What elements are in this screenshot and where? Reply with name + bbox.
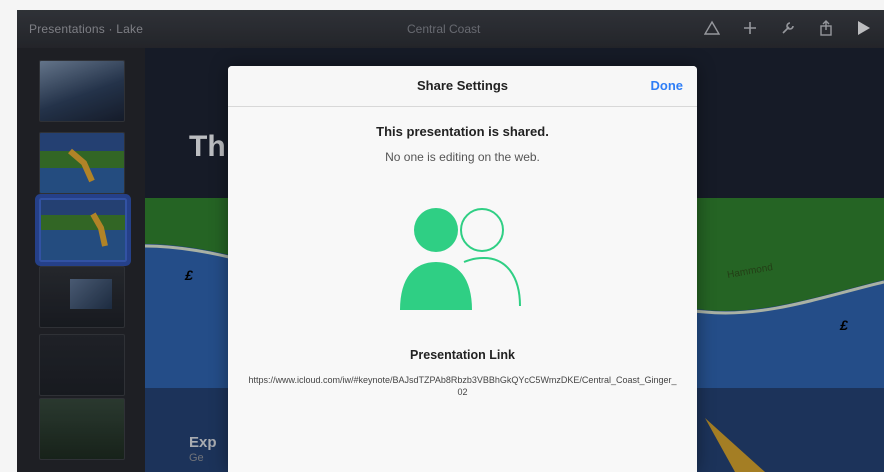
collaborators-icon <box>400 208 521 310</box>
done-button[interactable]: Done <box>651 78 684 93</box>
dialog-title: Share Settings <box>416 78 509 93</box>
shared-status-heading: This presentation is shared. <box>376 124 549 139</box>
dialog-header: Share Settings Done <box>228 66 697 107</box>
share-settings-dialog: Share Settings Done This presentation is… <box>228 66 697 472</box>
presentation-link-heading: Presentation Link <box>410 348 515 362</box>
screen: Presentations · Lake Central Coast £ £ T… <box>0 0 884 472</box>
presentation-link-url[interactable]: https://www.icloud.com/iw/#keynote/BAJsd… <box>248 374 677 398</box>
editing-status-text: No one is editing on the web. <box>385 150 540 164</box>
